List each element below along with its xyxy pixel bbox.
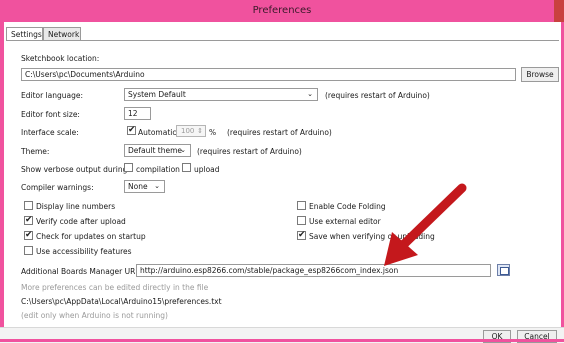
- automatic-checkbox[interactable]: ✔: [127, 125, 136, 135]
- boards-manager-label: Additional Boards Manager URLs:: [21, 267, 146, 276]
- check-icon: ✔: [128, 125, 136, 135]
- editor-language-label: Editor language:: [21, 91, 84, 100]
- compilation-label: compilation: [136, 165, 180, 174]
- tab-network[interactable]: Network: [43, 27, 81, 40]
- browse-button[interactable]: Browse: [521, 67, 559, 82]
- window-icon: [500, 267, 509, 275]
- chevron-down-icon: ⌄: [180, 146, 186, 154]
- check-icon: ✔: [298, 230, 306, 240]
- red-arrow-shaft: [395, 183, 467, 253]
- compilation-checkbox[interactable]: [124, 163, 133, 172]
- compiler-warnings-label: Compiler warnings:: [21, 183, 94, 192]
- display-line-numbers-label: Display line numbers: [36, 202, 116, 211]
- window-title: Preferences: [252, 5, 312, 16]
- check-icon: ✔: [25, 230, 33, 240]
- url-editor-button[interactable]: [497, 264, 510, 276]
- theme-note: (requires restart of Arduino): [197, 147, 302, 156]
- spinner-arrows-icon: ⇕: [197, 127, 203, 135]
- sketchbook-location-field[interactable]: C:\Users\pc\Documents\Arduino: [21, 68, 516, 81]
- check-updates-checkbox[interactable]: ✔: [24, 230, 33, 240]
- window-border-left: [0, 22, 4, 342]
- upload-label: upload: [194, 165, 220, 174]
- preferences-path[interactable]: C:\Users\pc\AppData\Local\Arduino15\pref…: [21, 297, 222, 306]
- code-folding-checkbox[interactable]: [297, 201, 306, 210]
- red-arrow-icon: [384, 183, 467, 266]
- interface-scale-value: 100: [181, 127, 195, 135]
- save-when-verifying-checkbox[interactable]: ✔: [297, 230, 306, 240]
- close-button[interactable]: [554, 0, 564, 22]
- chevron-down-icon: ⌄: [154, 182, 160, 190]
- automatic-label: Automatic: [138, 128, 177, 137]
- interface-scale-note: (requires restart of Arduino): [227, 128, 332, 137]
- accessibility-label: Use accessibility features: [36, 247, 132, 256]
- editor-font-size-label: Editor font size:: [21, 110, 80, 119]
- tab-divider: [6, 40, 559, 41]
- edit-only-note: (edit only when Arduino is not running): [21, 311, 168, 320]
- theme-label: Theme:: [21, 147, 50, 156]
- title-bar: Preferences: [0, 0, 564, 22]
- check-updates-label: Check for updates on startup: [36, 232, 146, 241]
- check-icon: ✔: [25, 215, 33, 225]
- verify-code-checkbox[interactable]: ✔: [24, 215, 33, 225]
- more-preferences-text: More preferences can be edited directly …: [21, 283, 209, 292]
- display-line-numbers-checkbox[interactable]: [24, 201, 33, 210]
- editor-language-select[interactable]: System Default ⌄: [124, 88, 318, 101]
- tab-settings[interactable]: Settings: [6, 27, 43, 41]
- editor-language-note: (requires restart of Arduino): [325, 91, 430, 100]
- verbose-label: Show verbose output during:: [21, 165, 130, 174]
- verify-code-label: Verify code after upload: [36, 217, 126, 226]
- sketchbook-label: Sketchbook location:: [21, 54, 100, 63]
- compiler-warnings-select[interactable]: None ⌄: [124, 180, 165, 193]
- chevron-down-icon: ⌄: [307, 90, 313, 98]
- theme-value: Default theme: [128, 146, 183, 155]
- editor-font-size-field[interactable]: 12: [124, 107, 151, 120]
- accessibility-checkbox[interactable]: [24, 246, 33, 255]
- external-editor-checkbox[interactable]: [297, 216, 306, 225]
- interface-scale-label: Interface scale:: [21, 128, 79, 137]
- editor-language-value: System Default: [128, 90, 186, 99]
- compiler-warnings-value: None: [128, 182, 148, 191]
- theme-select[interactable]: Default theme ⌄: [124, 144, 191, 157]
- upload-checkbox[interactable]: [182, 163, 191, 172]
- interface-scale-unit: %: [209, 128, 217, 137]
- interface-scale-spinner[interactable]: 100 ⇕: [176, 125, 206, 137]
